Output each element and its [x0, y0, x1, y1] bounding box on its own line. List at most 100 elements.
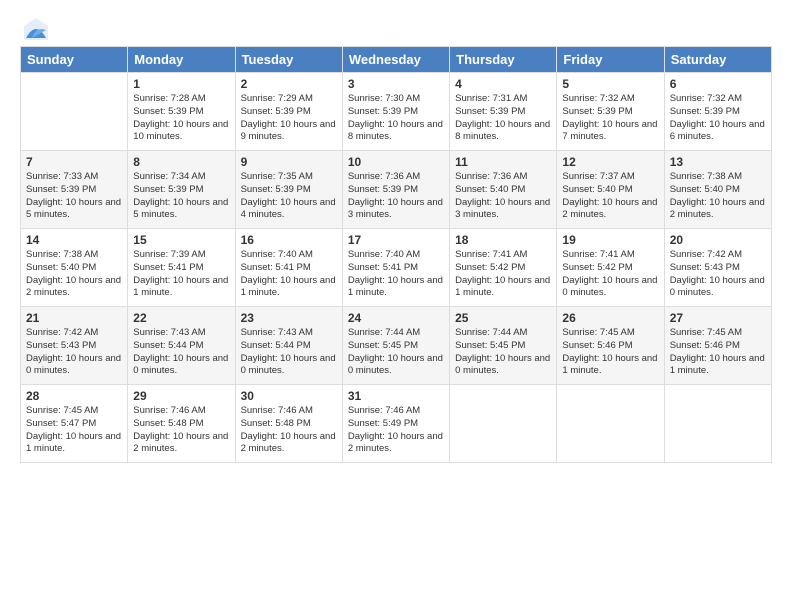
calendar-week-1: 1 Sunrise: 7:28 AMSunset: 5:39 PMDaylight…	[21, 73, 772, 151]
calendar-cell: 1 Sunrise: 7:28 AMSunset: 5:39 PMDaylight…	[128, 73, 235, 151]
day-info: Sunrise: 7:46 AMSunset: 5:48 PMDaylight:…	[133, 405, 228, 454]
calendar-cell	[664, 385, 771, 463]
calendar-cell: 12 Sunrise: 7:37 AMSunset: 5:40 PMDayligh…	[557, 151, 664, 229]
day-number: 4	[455, 77, 551, 91]
calendar-cell: 20 Sunrise: 7:42 AMSunset: 5:43 PMDayligh…	[664, 229, 771, 307]
day-info: Sunrise: 7:37 AMSunset: 5:40 PMDaylight:…	[562, 171, 657, 220]
calendar-cell: 28 Sunrise: 7:45 AMSunset: 5:47 PMDayligh…	[21, 385, 128, 463]
calendar-table: SundayMondayTuesdayWednesdayThursdayFrid…	[20, 46, 772, 463]
calendar-cell: 4 Sunrise: 7:31 AMSunset: 5:39 PMDaylight…	[450, 73, 557, 151]
calendar-cell: 17Sunrise: 7:40 AMSunset: 5:41 PMDayligh…	[342, 229, 449, 307]
day-number: 6	[670, 77, 766, 91]
day-number: 5	[562, 77, 658, 91]
calendar-cell: 13 Sunrise: 7:38 AMSunset: 5:40 PMDayligh…	[664, 151, 771, 229]
day-number: 9	[241, 155, 337, 169]
day-number: 31	[348, 389, 444, 403]
day-info: Sunrise: 7:33 AMSunset: 5:39 PMDaylight:…	[26, 171, 121, 220]
calendar-cell: 6 Sunrise: 7:32 AMSunset: 5:39 PMDaylight…	[664, 73, 771, 151]
day-number: 26	[562, 311, 658, 325]
day-number: 27	[670, 311, 766, 325]
calendar-cell: 21 Sunrise: 7:42 AMSunset: 5:43 PMDayligh…	[21, 307, 128, 385]
day-info: Sunrise: 7:32 AMSunset: 5:39 PMDaylight:…	[670, 93, 765, 142]
day-number: 21	[26, 311, 122, 325]
header-saturday: Saturday	[664, 47, 771, 73]
day-number: 11	[455, 155, 551, 169]
day-info: Sunrise: 7:44 AMSunset: 5:45 PMDaylight:…	[455, 327, 550, 376]
header-friday: Friday	[557, 47, 664, 73]
calendar-cell: 11 Sunrise: 7:36 AMSunset: 5:40 PMDayligh…	[450, 151, 557, 229]
day-info: Sunrise: 7:31 AMSunset: 5:39 PMDaylight:…	[455, 93, 550, 142]
day-number: 10	[348, 155, 444, 169]
day-info: Sunrise: 7:38 AMSunset: 5:40 PMDaylight:…	[670, 171, 765, 220]
header-tuesday: Tuesday	[235, 47, 342, 73]
calendar-cell: 9 Sunrise: 7:35 AMSunset: 5:39 PMDaylight…	[235, 151, 342, 229]
calendar-cell	[450, 385, 557, 463]
day-info: Sunrise: 7:36 AMSunset: 5:40 PMDaylight:…	[455, 171, 550, 220]
header-row	[20, 16, 772, 38]
header-thursday: Thursday	[450, 47, 557, 73]
day-number: 29	[133, 389, 229, 403]
day-number: 15	[133, 233, 229, 247]
day-info: Sunrise: 7:45 AMSunset: 5:46 PMDaylight:…	[670, 327, 765, 376]
day-number: 2	[241, 77, 337, 91]
day-info: Sunrise: 7:46 AMSunset: 5:49 PMDaylight:…	[348, 405, 443, 454]
day-number: 14	[26, 233, 122, 247]
day-info: Sunrise: 7:42 AMSunset: 5:43 PMDaylight:…	[670, 249, 765, 298]
day-number: 24	[348, 311, 444, 325]
calendar-cell	[21, 73, 128, 151]
calendar-cell: 29 Sunrise: 7:46 AMSunset: 5:48 PMDayligh…	[128, 385, 235, 463]
calendar-cell: 8 Sunrise: 7:34 AMSunset: 5:39 PMDaylight…	[128, 151, 235, 229]
day-info: Sunrise: 7:46 AMSunset: 5:48 PMDaylight:…	[241, 405, 336, 454]
day-info: Sunrise: 7:29 AMSunset: 5:39 PMDaylight:…	[241, 93, 336, 142]
day-info: Sunrise: 7:40 AMSunset: 5:41 PMDaylight:…	[348, 249, 443, 298]
day-info: Sunrise: 7:43 AMSunset: 5:44 PMDaylight:…	[133, 327, 228, 376]
calendar-cell: 23 Sunrise: 7:43 AMSunset: 5:44 PMDayligh…	[235, 307, 342, 385]
day-number: 8	[133, 155, 229, 169]
calendar-cell	[557, 385, 664, 463]
day-info: Sunrise: 7:36 AMSunset: 5:39 PMDaylight:…	[348, 171, 443, 220]
day-number: 16	[241, 233, 337, 247]
calendar-cell: 31 Sunrise: 7:46 AMSunset: 5:49 PMDayligh…	[342, 385, 449, 463]
day-number: 12	[562, 155, 658, 169]
day-info: Sunrise: 7:39 AMSunset: 5:41 PMDaylight:…	[133, 249, 228, 298]
calendar-cell: 16Sunrise: 7:40 AMSunset: 5:41 PMDayligh…	[235, 229, 342, 307]
day-info: Sunrise: 7:43 AMSunset: 5:44 PMDaylight:…	[241, 327, 336, 376]
day-number: 18	[455, 233, 551, 247]
calendar-cell: 3Sunrise: 7:30 AMSunset: 5:39 PMDaylight…	[342, 73, 449, 151]
calendar-cell: 22 Sunrise: 7:43 AMSunset: 5:44 PMDayligh…	[128, 307, 235, 385]
day-info: Sunrise: 7:32 AMSunset: 5:39 PMDaylight:…	[562, 93, 657, 142]
header-wednesday: Wednesday	[342, 47, 449, 73]
day-number: 25	[455, 311, 551, 325]
day-info: Sunrise: 7:42 AMSunset: 5:43 PMDaylight:…	[26, 327, 121, 376]
day-info: Sunrise: 7:44 AMSunset: 5:45 PMDaylight:…	[348, 327, 443, 376]
calendar-week-5: 28 Sunrise: 7:45 AMSunset: 5:47 PMDayligh…	[21, 385, 772, 463]
calendar-container: SundayMondayTuesdayWednesdayThursdayFrid…	[0, 0, 792, 612]
calendar-week-2: 7 Sunrise: 7:33 AMSunset: 5:39 PMDaylight…	[21, 151, 772, 229]
day-info: Sunrise: 7:34 AMSunset: 5:39 PMDaylight:…	[133, 171, 228, 220]
day-info: Sunrise: 7:41 AMSunset: 5:42 PMDaylight:…	[455, 249, 550, 298]
calendar-cell: 27 Sunrise: 7:45 AMSunset: 5:46 PMDayligh…	[664, 307, 771, 385]
header-sunday: Sunday	[21, 47, 128, 73]
day-info: Sunrise: 7:38 AMSunset: 5:40 PMDaylight:…	[26, 249, 121, 298]
calendar-cell: 7 Sunrise: 7:33 AMSunset: 5:39 PMDaylight…	[21, 151, 128, 229]
day-number: 28	[26, 389, 122, 403]
day-number: 7	[26, 155, 122, 169]
day-info: Sunrise: 7:45 AMSunset: 5:47 PMDaylight:…	[26, 405, 121, 454]
calendar-cell: 15 Sunrise: 7:39 AMSunset: 5:41 PMDayligh…	[128, 229, 235, 307]
calendar-cell: 10 Sunrise: 7:36 AMSunset: 5:39 PMDayligh…	[342, 151, 449, 229]
logo-icon	[22, 16, 50, 44]
day-info: Sunrise: 7:35 AMSunset: 5:39 PMDaylight:…	[241, 171, 336, 220]
day-number: 23	[241, 311, 337, 325]
day-number: 30	[241, 389, 337, 403]
calendar-cell: 24 Sunrise: 7:44 AMSunset: 5:45 PMDayligh…	[342, 307, 449, 385]
calendar-cell: 30 Sunrise: 7:46 AMSunset: 5:48 PMDayligh…	[235, 385, 342, 463]
calendar-cell: 18 Sunrise: 7:41 AMSunset: 5:42 PMDayligh…	[450, 229, 557, 307]
calendar-cell: 14 Sunrise: 7:38 AMSunset: 5:40 PMDayligh…	[21, 229, 128, 307]
calendar-week-3: 14 Sunrise: 7:38 AMSunset: 5:40 PMDayligh…	[21, 229, 772, 307]
day-number: 19	[562, 233, 658, 247]
day-number: 20	[670, 233, 766, 247]
day-info: Sunrise: 7:28 AMSunset: 5:39 PMDaylight:…	[133, 93, 228, 142]
day-number: 22	[133, 311, 229, 325]
day-number: 1	[133, 77, 229, 91]
day-number: 13	[670, 155, 766, 169]
